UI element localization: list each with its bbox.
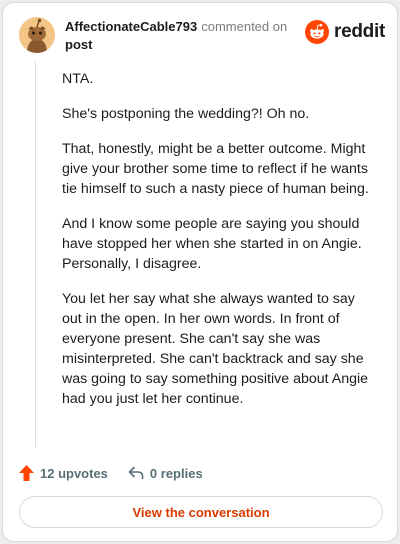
reply-count: 0 replies bbox=[149, 465, 203, 481]
author-line: AffectionateCable793 commented on bbox=[65, 18, 287, 35]
avatar-snoo-icon bbox=[19, 17, 55, 53]
replies-button[interactable]: 0 replies bbox=[128, 466, 203, 481]
comment-card: AffectionateCable793 commented on post re… bbox=[2, 2, 398, 542]
commented-on-text: commented on bbox=[201, 19, 288, 34]
view-conversation-button[interactable]: View the conversation bbox=[19, 496, 383, 528]
upvote-button[interactable]: 12 upvotes bbox=[19, 465, 108, 481]
comment-body: NTA. She's postponing the wedding?! Oh n… bbox=[62, 69, 374, 409]
upvote-count: 12 upvotes bbox=[40, 465, 108, 481]
reply-arrow-icon bbox=[128, 466, 144, 480]
comment-paragraph: That, honestly, might be a better outcom… bbox=[62, 141, 369, 197]
comment-paragraph: You let her say what she always wanted t… bbox=[62, 291, 369, 407]
comment-paragraph: NTA. bbox=[62, 71, 94, 87]
avatar[interactable] bbox=[19, 17, 55, 53]
comment-paragraph: And I know some people are saying you sh… bbox=[62, 216, 362, 272]
post-link[interactable]: post bbox=[65, 36, 92, 53]
reddit-snoo-icon bbox=[305, 20, 330, 44]
thread-line bbox=[35, 61, 36, 447]
reddit-logo[interactable]: reddit bbox=[305, 20, 385, 44]
comment-header: AffectionateCable793 commented on post re… bbox=[17, 15, 385, 55]
reddit-wordmark: reddit bbox=[334, 21, 385, 42]
comment-actions: 12 upvotes 0 replies bbox=[19, 463, 203, 483]
author-name[interactable]: AffectionateCable793 bbox=[65, 19, 197, 34]
comment-paragraph: She's postponing the wedding?! Oh no. bbox=[62, 106, 310, 122]
upvote-arrow-icon bbox=[19, 465, 34, 481]
